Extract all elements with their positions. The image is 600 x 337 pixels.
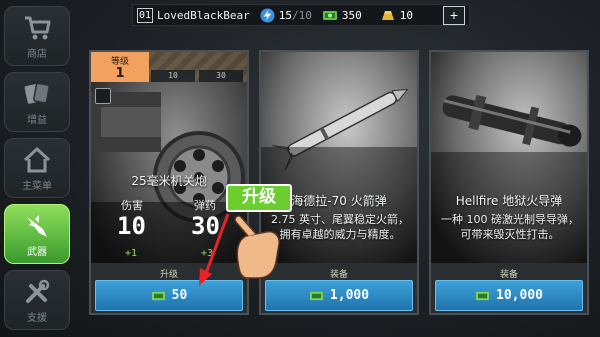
upgrade-callout: 升级: [226, 184, 292, 212]
home-icon: [23, 147, 51, 172]
action-label: 升级: [159, 270, 178, 280]
player-level: 01: [137, 7, 153, 23]
weapon-name: Hellfire 地狱火导弹: [455, 194, 563, 208]
sidebar-item-label: 主菜单: [22, 180, 52, 192]
tools-icon: [26, 279, 50, 303]
level-tab: 等级 1: [91, 52, 149, 82]
cash-amount: 350: [341, 8, 362, 22]
weapon-card-hellfire[interactable]: Hellfire 地狱火导弹 一种 100 磅激光制导导弹，可带来毁灭性打击。 …: [429, 50, 589, 315]
level-progress-strip: 10 30: [149, 52, 247, 82]
stat-label-damage: 伤害: [121, 199, 143, 212]
cash-icon: [151, 291, 165, 300]
sidebar: 商店 增益 主菜单 武器 支援: [0, 0, 80, 337]
energy-current: 15: [278, 8, 292, 22]
add-currency-button[interactable]: +: [443, 6, 465, 25]
stat-value-damage: 10: [117, 212, 146, 240]
sidebar-item-label: 支援: [27, 312, 47, 324]
price: 10,000: [496, 288, 543, 303]
weapon-card-hydra[interactable]: 海德拉-70 火箭弹 2.75 英寸、尾翼稳定火箭，拥有卓越的威力与精度。 装备…: [259, 50, 419, 315]
energy-max: /10: [291, 8, 312, 22]
sidebar-item-label: 增益: [27, 114, 47, 126]
action-label: 装备: [329, 270, 348, 280]
gold-amount: 10: [399, 8, 413, 22]
stat-increase-damage: +1: [125, 248, 138, 259]
weapon-description: 一种 100 磅激光制导导弹，可带来毁灭性打击。: [441, 213, 579, 241]
gold-bars-icon: [381, 10, 394, 20]
level-step: 30: [199, 70, 243, 82]
action-label: 装备: [499, 270, 518, 280]
sidebar-item-main-menu[interactable]: 主菜单: [4, 138, 70, 198]
player-name: LovedBlackBear: [157, 8, 250, 22]
upgrade-button[interactable]: 50: [95, 280, 243, 311]
stat-increase-ammo: +3: [201, 248, 214, 259]
equip-button[interactable]: 10,000: [435, 280, 583, 311]
weapon-image-cannon: [91, 52, 247, 263]
equip-button[interactable]: 1,000: [265, 280, 413, 311]
sidebar-item-boost[interactable]: 增益: [4, 72, 70, 132]
level-value: 1: [115, 66, 125, 81]
price: 1,000: [329, 288, 370, 303]
cart-icon: [25, 16, 51, 39]
sidebar-item-label: 武器: [27, 246, 47, 258]
cash-icon: [476, 291, 489, 300]
weapon-name: 25毫米机关炮: [131, 174, 207, 188]
weapon-description: 2.75 英寸、尾翼稳定火箭，拥有卓越的威力与精度。: [271, 213, 409, 241]
sidebar-item-weapons[interactable]: 武器: [4, 204, 70, 264]
cash-icon: [322, 10, 337, 20]
missile-icon: [27, 214, 47, 237]
cards-icon: [24, 82, 50, 104]
sidebar-item-support[interactable]: 支援: [4, 270, 70, 330]
cash-icon: [309, 291, 323, 300]
price: 50: [171, 288, 188, 303]
level-step: 10: [151, 70, 195, 82]
stat-label-ammo: 弹药: [194, 199, 216, 212]
stat-value-ammo: 30: [191, 212, 220, 240]
energy-icon: [260, 7, 275, 23]
resource-bar: 01 LovedBlackBear 15 /10 350 10: [132, 4, 470, 26]
gallery-icon: [95, 88, 111, 104]
sidebar-item-shop[interactable]: 商店: [4, 6, 70, 66]
weapon-card-cannon[interactable]: 等级 1 10 30 25毫米机关炮 伤害 10 +1 弹药 30 +3 升级 …: [89, 50, 249, 315]
sidebar-item-label: 商店: [27, 48, 47, 60]
